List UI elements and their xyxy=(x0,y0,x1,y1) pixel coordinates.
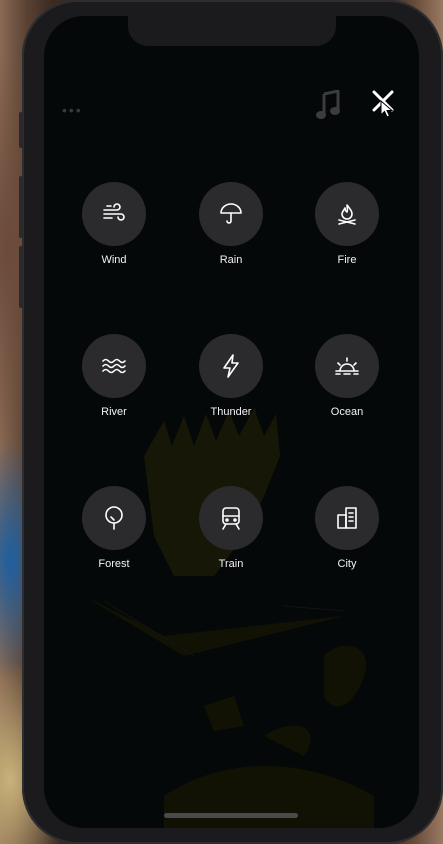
sound-tile-wind[interactable]: Wind xyxy=(69,182,159,266)
sunrise-icon xyxy=(335,357,359,375)
umbrella-icon xyxy=(220,203,242,224)
sound-label: Ocean xyxy=(330,406,364,418)
sound-label: City xyxy=(337,558,357,570)
sound-tile-river[interactable]: River xyxy=(69,334,159,418)
music-note-icon[interactable] xyxy=(316,90,342,120)
lightning-icon xyxy=(223,354,239,378)
notch xyxy=(128,16,336,46)
sound-label: Forest xyxy=(98,558,130,570)
sound-button[interactable] xyxy=(199,182,263,246)
sound-tile-forest[interactable]: Forest xyxy=(69,486,159,570)
mouse-cursor-icon xyxy=(380,100,394,118)
sound-button[interactable] xyxy=(315,486,379,550)
sound-button[interactable] xyxy=(82,334,146,398)
wind-icon xyxy=(103,203,125,221)
sound-tile-city[interactable]: City xyxy=(302,486,392,570)
sound-button[interactable] xyxy=(315,334,379,398)
app-screen: ••• Wind Rain Fire River Thunder Ocean F… xyxy=(44,16,419,828)
sound-label: Thunder xyxy=(210,406,252,418)
volume-down-button xyxy=(19,246,23,308)
sound-label: Fire xyxy=(337,254,357,266)
sound-tile-thunder[interactable]: Thunder xyxy=(186,334,276,418)
menu-dots[interactable]: ••• xyxy=(62,102,83,118)
home-indicator[interactable] xyxy=(164,813,298,818)
sound-button[interactable] xyxy=(315,182,379,246)
sound-label: Wind xyxy=(101,254,127,266)
sound-label: Rain xyxy=(219,254,243,266)
sound-button[interactable] xyxy=(82,486,146,550)
waves-icon xyxy=(102,358,126,374)
sound-button[interactable] xyxy=(82,182,146,246)
sound-tile-fire[interactable]: Fire xyxy=(302,182,392,266)
train-icon xyxy=(222,507,240,530)
sound-tile-train[interactable]: Train xyxy=(186,486,276,570)
close-button[interactable] xyxy=(368,86,398,118)
volume-up-button xyxy=(19,176,23,238)
mute-switch xyxy=(19,112,23,148)
sound-tile-rain[interactable]: Rain xyxy=(186,182,276,266)
sound-button[interactable] xyxy=(199,334,263,398)
campfire-icon xyxy=(338,204,356,225)
sound-button[interactable] xyxy=(199,486,263,550)
sound-label: River xyxy=(101,406,127,418)
tree-icon xyxy=(105,506,123,530)
building-icon xyxy=(337,507,357,529)
sound-label: Train xyxy=(218,558,244,570)
background-artwork xyxy=(84,408,374,828)
sound-tile-ocean[interactable]: Ocean xyxy=(302,334,392,418)
